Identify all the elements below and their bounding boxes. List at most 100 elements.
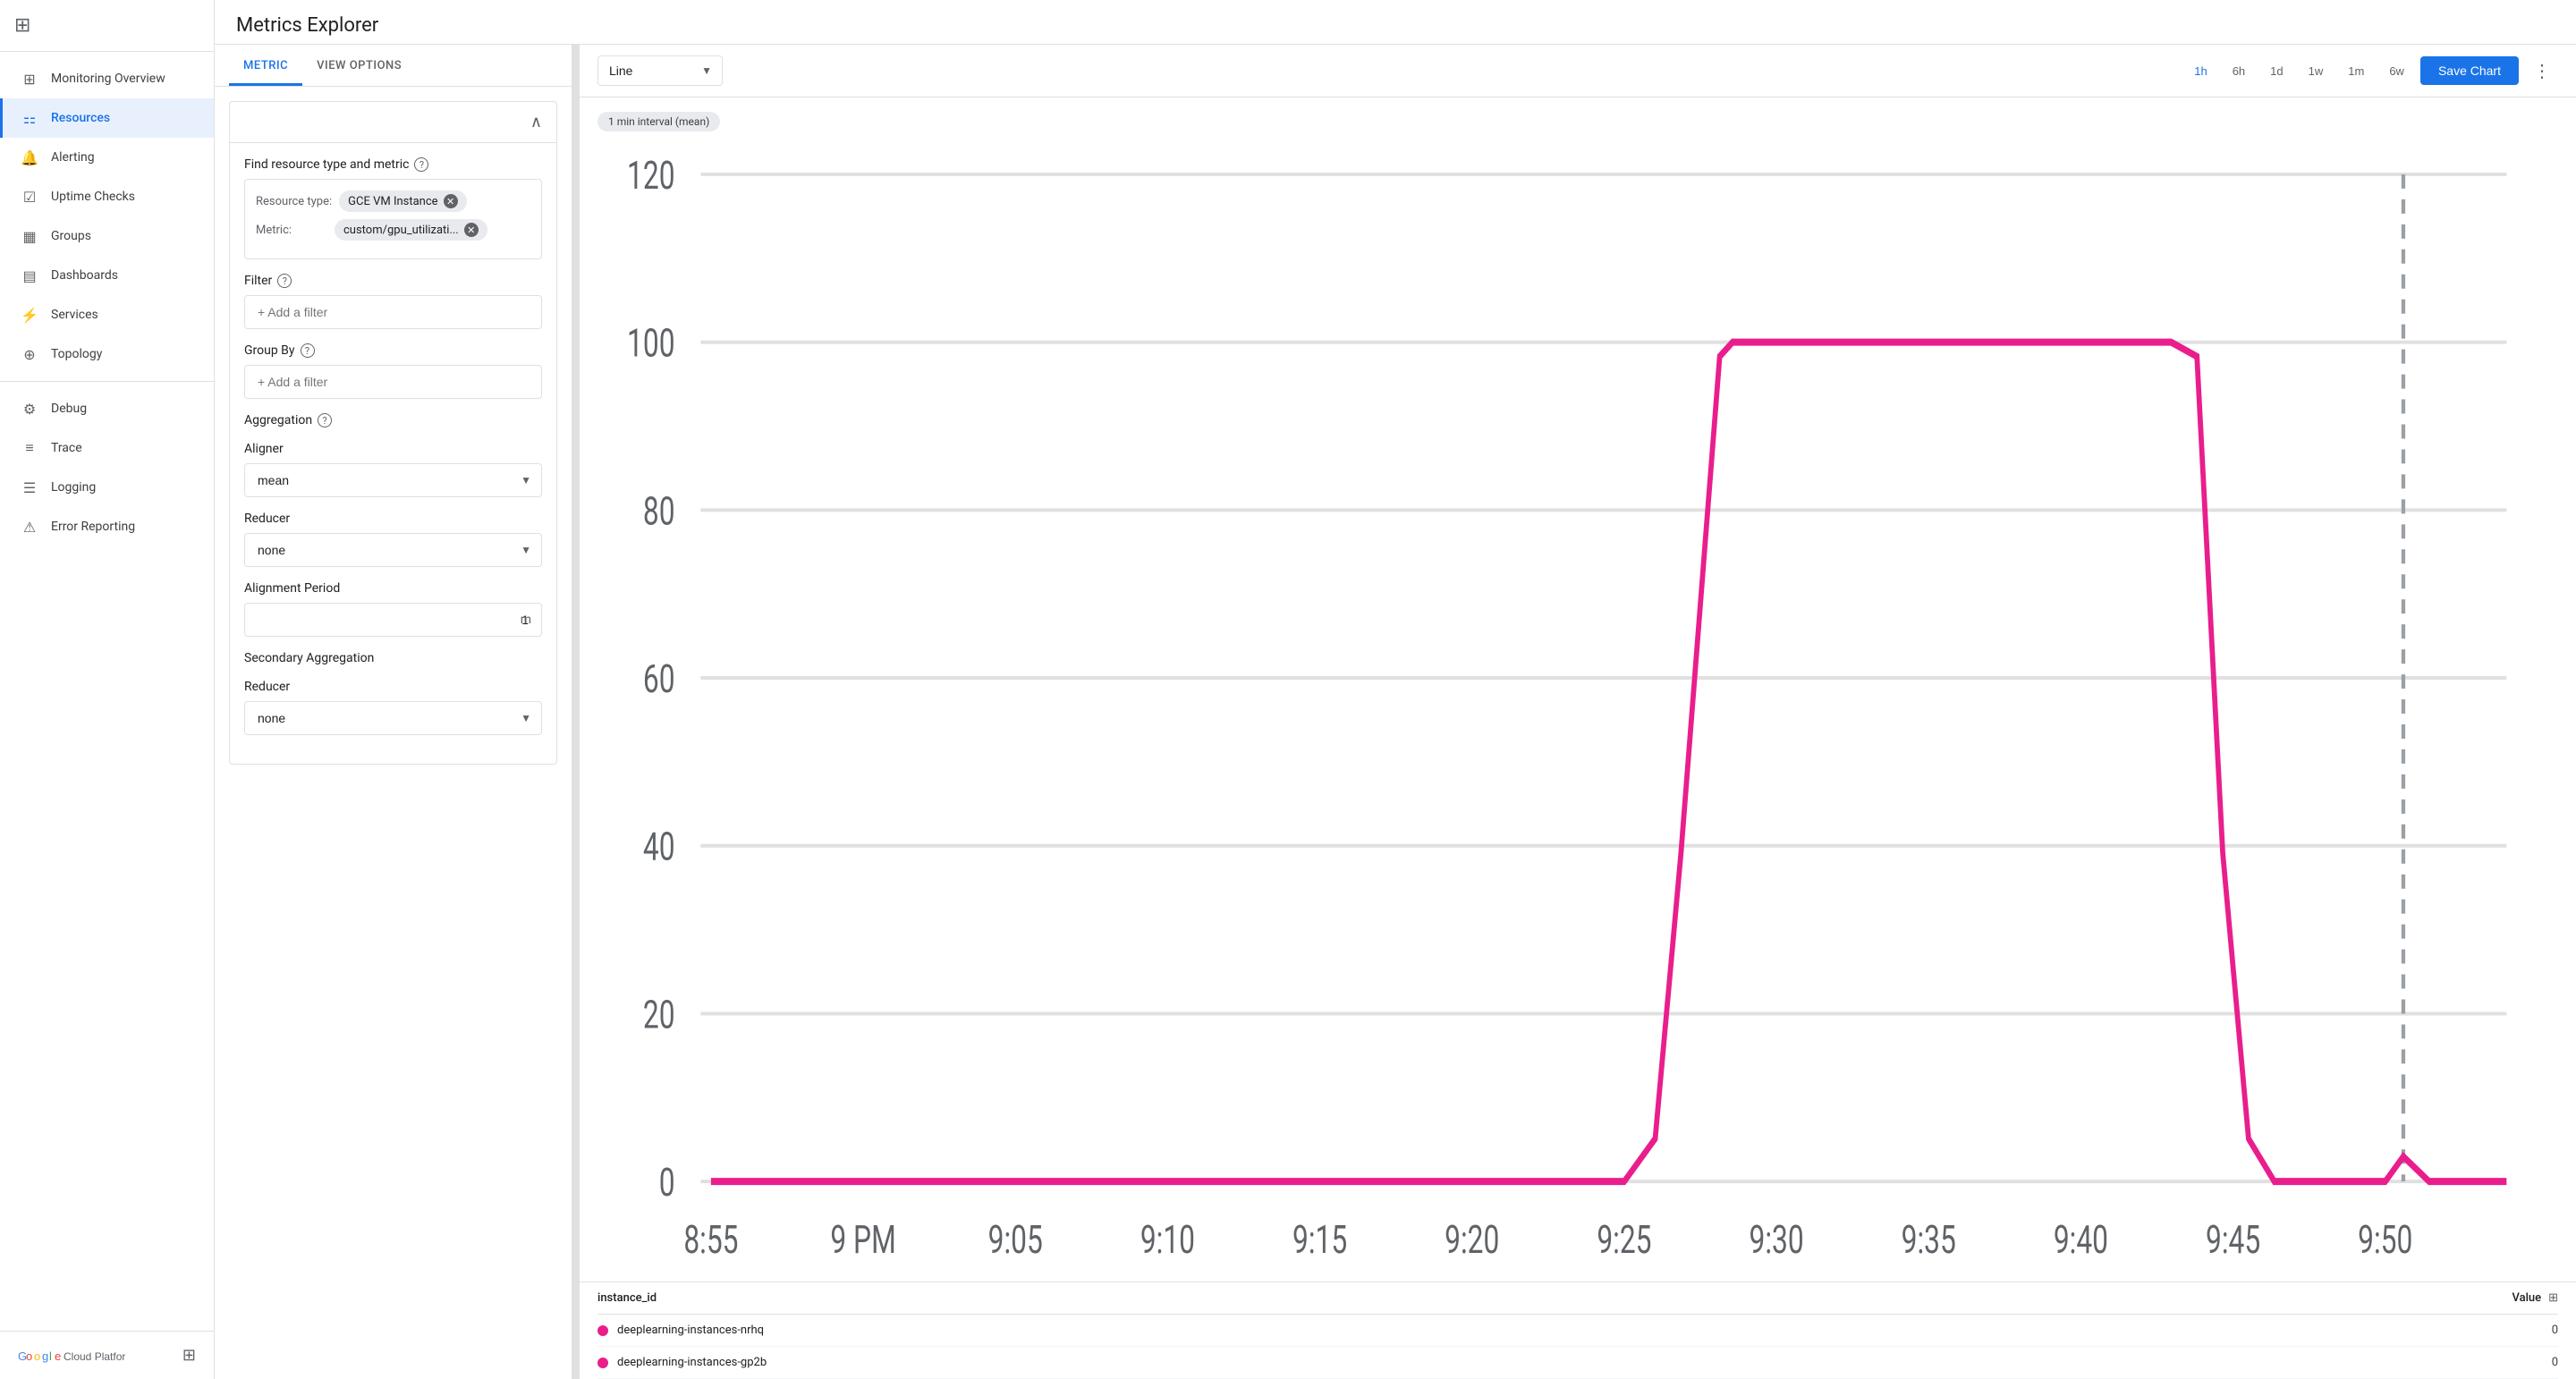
debug-icon: ⚙ xyxy=(21,400,38,418)
svg-text:9:05: 9:05 xyxy=(988,1217,1043,1264)
grid-icon[interactable]: ⊞ xyxy=(182,1346,196,1365)
sidebar-item-trace[interactable]: ≡ Trace xyxy=(0,428,214,468)
svg-text:8:55: 8:55 xyxy=(683,1217,738,1264)
aggregation-row: Aggregation ? xyxy=(244,413,542,427)
help-icon-group[interactable]: ? xyxy=(301,343,315,358)
sidebar-item-resources[interactable]: ⚏ Resources xyxy=(0,98,214,138)
legend-row[interactable]: deeplearning-instances-nrhq 0 xyxy=(597,1315,2558,1347)
secondary-aggregation-row: Secondary Aggregation xyxy=(244,651,542,665)
resource-type-close[interactable]: ✕ xyxy=(444,194,458,208)
aligner-label: Aligner xyxy=(244,442,542,456)
aligner-select-wrapper: mean min max sum count ▼ xyxy=(244,463,542,497)
legend-value-1: 0 xyxy=(2552,1324,2558,1337)
sidebar-item-label: Resources xyxy=(51,111,110,125)
help-icon-aggregation[interactable]: ? xyxy=(318,413,332,427)
error-icon: ⚠ xyxy=(21,518,38,536)
secondary-reducer-select-wrapper: none mean min max ▼ xyxy=(244,701,542,735)
legend-instance-col: instance_id xyxy=(597,1291,657,1305)
chart-container[interactable]: 120 100 80 60 40 20 0 8:55 9 PM 9:05 9:1… xyxy=(597,139,2558,1282)
right-panel: Line Stacked bar Stacked area Heatmap ▼ … xyxy=(580,45,2576,1379)
sidebar-item-monitoring-overview[interactable]: ⊞ Monitoring Overview xyxy=(0,59,214,98)
resource-type-row: Resource type: GCE VM Instance ✕ xyxy=(256,190,530,212)
sidebar-item-topology[interactable]: ⊕ Topology xyxy=(0,334,214,374)
panel-divider[interactable] xyxy=(572,45,580,1379)
aligner-row: Aligner mean min max sum count ▼ xyxy=(244,442,542,497)
sidebar-nav: ⊞ Monitoring Overview ⚏ Resources 🔔 Aler… xyxy=(0,52,214,1331)
reducer-select[interactable]: none mean min max sum xyxy=(244,533,542,567)
sidebar-header: ⊞ Metrics Explorer xyxy=(0,0,214,52)
filter-label: Filter ? xyxy=(244,274,542,288)
legend-columns-icon[interactable]: ⊞ xyxy=(2548,1291,2558,1305)
help-icon-resource[interactable]: ? xyxy=(414,157,428,172)
svg-text:9 PM: 9 PM xyxy=(830,1217,895,1264)
sidebar-item-groups[interactable]: ▦ Groups xyxy=(0,216,214,256)
sidebar-item-logging[interactable]: ☰ Logging xyxy=(0,468,214,507)
interval-badge: 1 min interval (mean) xyxy=(597,112,2558,139)
metric-chip[interactable]: custom/gpu_utilizati... ✕ xyxy=(335,219,487,241)
svg-text:80: 80 xyxy=(643,488,675,535)
metric-row: Metric: custom/gpu_utilizati... ✕ xyxy=(256,219,530,241)
collapse-icon[interactable]: ∧ xyxy=(530,113,542,131)
tab-metric[interactable]: METRIC xyxy=(229,45,302,86)
save-chart-button[interactable]: Save Chart xyxy=(2420,56,2519,85)
secondary-aggregation-label: Secondary Aggregation xyxy=(244,651,542,665)
left-panel: METRIC VIEW OPTIONS ∧ Find resource type… xyxy=(215,45,572,1379)
svg-text:9:10: 9:10 xyxy=(1140,1217,1195,1264)
svg-text:9:50: 9:50 xyxy=(2358,1217,2412,1264)
sidebar-item-debug[interactable]: ⚙ Debug xyxy=(0,389,214,428)
alignment-period-label: Alignment Period xyxy=(244,581,542,596)
legend-table: instance_id Value ⊞ deeplearning-instanc… xyxy=(580,1282,2576,1379)
secondary-reducer-row: Reducer none mean min max ▼ xyxy=(244,680,542,735)
sidebar-item-uptime-checks[interactable]: ☑ Uptime Checks xyxy=(0,177,214,216)
sidebar-item-dashboards[interactable]: ▤ Dashboards xyxy=(0,256,214,295)
google-logo: G o o g l e Cloud Platform xyxy=(18,1347,125,1365)
help-icon-filter[interactable]: ? xyxy=(277,274,292,288)
resource-type-chip[interactable]: GCE VM Instance ✕ xyxy=(339,190,466,212)
svg-text:120: 120 xyxy=(627,153,674,199)
svg-text:o: o xyxy=(26,1349,32,1363)
time-1h-button[interactable]: 1h xyxy=(2185,59,2216,83)
filter-input[interactable] xyxy=(244,295,542,329)
legend-value-2: 0 xyxy=(2552,1356,2558,1369)
metric-section-header: ∧ xyxy=(230,102,556,143)
metric-section: ∧ Find resource type and metric ? Resour… xyxy=(229,101,557,765)
metric-close[interactable]: ✕ xyxy=(464,223,479,237)
sidebar-item-services[interactable]: ⚡ Services xyxy=(0,295,214,334)
services-icon: ⚡ xyxy=(21,306,38,324)
sidebar-item-label: Monitoring Overview xyxy=(51,72,165,86)
time-1w-button[interactable]: 1w xyxy=(2300,59,2333,83)
time-1m-button[interactable]: 1m xyxy=(2339,59,2373,83)
legend-row[interactable]: deeplearning-instances-gp2b 0 xyxy=(597,1347,2558,1379)
alignment-period-wrapper: m xyxy=(244,603,542,637)
tab-view-options[interactable]: VIEW OPTIONS xyxy=(302,45,416,86)
metric-label: Metric: xyxy=(256,224,327,237)
time-6h-button[interactable]: 6h xyxy=(2224,59,2254,83)
time-6w-button[interactable]: 6w xyxy=(2380,59,2413,83)
svg-text:9:30: 9:30 xyxy=(1750,1217,1804,1264)
svg-text:e: e xyxy=(55,1349,61,1363)
secondary-reducer-select[interactable]: none mean min max xyxy=(244,701,542,735)
logging-icon: ☰ xyxy=(21,478,38,496)
sidebar-item-alerting[interactable]: 🔔 Alerting xyxy=(0,138,214,177)
svg-text:Cloud Platform: Cloud Platform xyxy=(64,1350,125,1363)
sidebar-item-error-reporting[interactable]: ⚠ Error Reporting xyxy=(0,507,214,546)
reducer-select-wrapper: none mean min max sum ▼ xyxy=(244,533,542,567)
sidebar-item-label: Dashboards xyxy=(51,268,118,283)
legend-dot-2 xyxy=(597,1358,608,1368)
chart-svg: 120 100 80 60 40 20 0 8:55 9 PM 9:05 9:1… xyxy=(597,139,2558,1282)
aligner-select[interactable]: mean min max sum count xyxy=(244,463,542,497)
alerting-icon: 🔔 xyxy=(21,148,38,166)
chart-toolbar-right: 1h 6h 1d 1w 1m 6w Save Chart ⋮ xyxy=(2185,56,2558,86)
svg-text:20: 20 xyxy=(643,992,675,1038)
reducer-label: Reducer xyxy=(244,512,542,526)
alignment-period-input[interactable] xyxy=(244,603,542,637)
home-icon[interactable]: ⊞ xyxy=(14,14,30,37)
legend-dot-1 xyxy=(597,1325,608,1336)
time-1d-button[interactable]: 1d xyxy=(2261,59,2292,83)
resource-metric-box: Resource type: GCE VM Instance ✕ Metric:… xyxy=(244,179,542,259)
svg-text:0: 0 xyxy=(659,1160,675,1206)
more-options-button[interactable]: ⋮ xyxy=(2526,56,2558,86)
group-by-input[interactable] xyxy=(244,365,542,399)
chart-type-select[interactable]: Line Stacked bar Stacked area Heatmap xyxy=(597,55,723,86)
nav-divider xyxy=(0,381,214,382)
